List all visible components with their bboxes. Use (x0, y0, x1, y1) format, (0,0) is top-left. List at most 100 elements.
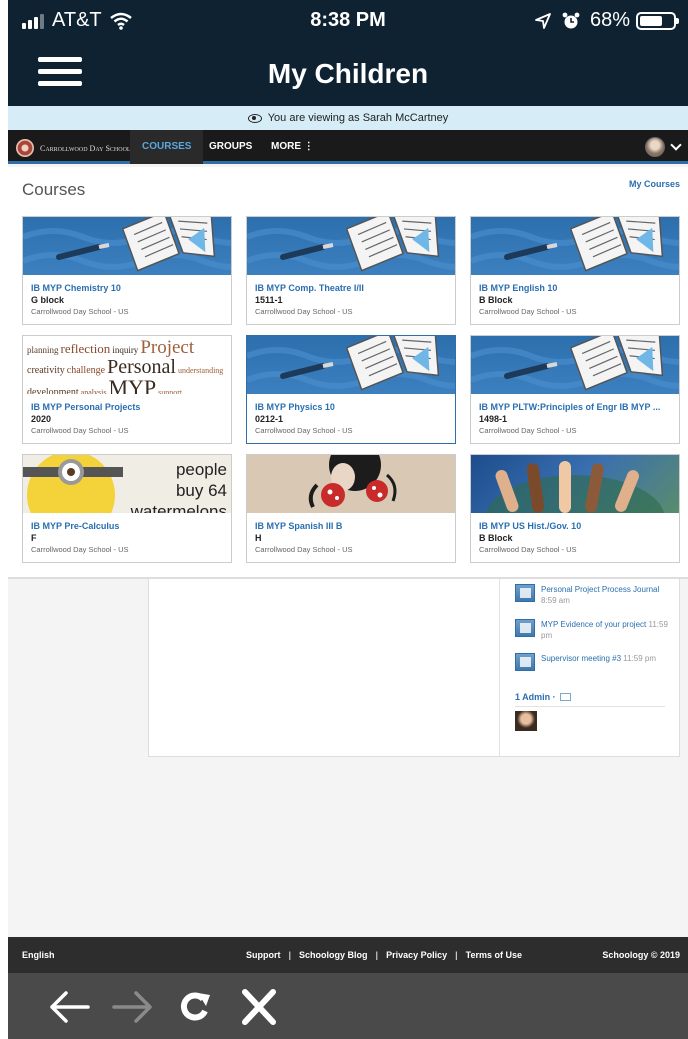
course-section: G block (31, 295, 65, 305)
status-right: 68% (534, 9, 679, 32)
course-school: Carrollwood Day School - US (255, 545, 353, 554)
course-card[interactable]: IB MYP English 10 B Block Carrollwood Day … (470, 216, 680, 325)
course-school: Carrollwood Day School - US (255, 307, 353, 316)
mail-icon[interactable] (559, 693, 571, 701)
course-name[interactable]: IB MYP Pre-Calculus (31, 521, 227, 531)
course-card[interactable]: IB MYP US Hist./Gov. 10 B Block Carrollwoo… (470, 454, 680, 563)
back-arrow-icon[interactable] (46, 989, 92, 1025)
nav-groups[interactable]: GROUPS (197, 130, 264, 164)
course-card[interactable]: planning reflection inquiry Project creativi… (22, 335, 232, 444)
event-text: Personal Project Process Journal 8:59 am (541, 584, 669, 606)
divider (515, 706, 665, 707)
course-name[interactable]: IB MYP Comp. Theatre I/II (255, 283, 451, 293)
forward-arrow-icon[interactable] (110, 989, 156, 1025)
viewing-as-banner: You are viewing as Sarah McCartney (8, 106, 688, 130)
word-cloud-term: planning (27, 345, 59, 355)
school-seal-icon (16, 139, 34, 157)
event-time: 8:59 am (541, 596, 570, 605)
battery-percent: 68% (589, 9, 630, 31)
footer-link-blog[interactable]: Schoology Blog (299, 950, 368, 960)
word-cloud-term: support (158, 388, 183, 395)
course-school: Carrollwood Day School - US (31, 545, 129, 554)
assignment-icon (515, 653, 535, 671)
word-cloud-term: challenge (66, 365, 106, 376)
course-section: 1511-1 (255, 295, 283, 305)
word-cloud-term: Personal (107, 356, 176, 378)
course-name[interactable]: IB MYP Physics 10 (255, 402, 451, 412)
separator: | (375, 950, 379, 960)
meme-text: buy 64 (175, 481, 227, 500)
assignment-icon (515, 619, 535, 637)
courses-heading: Courses (22, 180, 86, 199)
chevron-down-icon (670, 139, 682, 151)
close-icon[interactable] (236, 989, 282, 1025)
course-name[interactable]: IB MYP Personal Projects (31, 402, 227, 412)
footer-link-privacy[interactable]: Privacy Policy (386, 950, 447, 960)
word-cloud-term: analysis (80, 388, 107, 395)
word-cloud-term: Project (140, 337, 195, 358)
profile-menu[interactable] (645, 137, 682, 157)
course-section: B Block (479, 533, 513, 543)
course-section: 0212-1 (255, 414, 284, 424)
upcoming-event[interactable]: MYP Evidence of your project 11:59 pm (515, 619, 669, 641)
status-bar: AT&T 8:38 PM 68% (8, 0, 688, 44)
course-school: Carrollwood Day School - US (479, 307, 577, 316)
footer-links: Support | Schoology Blog | Privacy Polic… (246, 950, 522, 960)
event-title[interactable]: MYP Evidence of your project (541, 620, 646, 629)
course-card[interactable]: IB MYP PLTW:Principles of Engr IB MYP ..… (470, 335, 680, 444)
separator: | (455, 950, 458, 960)
course-section: 2020 (31, 414, 52, 424)
nav-courses[interactable]: COURSES (130, 130, 204, 164)
course-card[interactable]: IB MYP Chemistry 10 G block Carrollwood Da… (22, 216, 232, 325)
course-school: Carrollwood Day School - US (31, 307, 129, 316)
word-cloud-term: inquiry (112, 345, 139, 355)
battery-fill (640, 15, 662, 26)
upcoming-event[interactable]: Personal Project Process Journal 8:59 am (515, 584, 669, 606)
course-school: Carrollwood Day School - US (479, 426, 577, 435)
event-title[interactable]: Supervisor meeting #3 (541, 654, 621, 663)
course-school: Carrollwood Day School - US (31, 426, 129, 435)
course-card[interactable]: IB MYP Physics 10 0212-1 Carrollwood Day S… (246, 335, 456, 444)
admin-count[interactable]: 1 Admin · (515, 692, 571, 702)
book-icon (471, 217, 679, 275)
event-time: 11:59 pm (623, 654, 657, 663)
app-header: My Children (8, 44, 688, 106)
word-cloud-term: understanding (177, 366, 224, 375)
app-frame: AT&T 8:38 PM 68% My Children You are vie… (8, 0, 688, 1039)
book-icon (247, 217, 455, 275)
event-title[interactable]: Personal Project Process Journal (541, 585, 659, 594)
school-name: Carrollwood Day School (40, 143, 131, 153)
nav-more[interactable]: MORE ⋮ (259, 130, 326, 164)
alarm-icon (562, 12, 580, 28)
course-name[interactable]: IB MYP English 10 (479, 283, 675, 293)
word-cloud-term: creativity (27, 365, 65, 376)
admin-avatar[interactable] (515, 711, 537, 731)
course-section: H (255, 533, 262, 543)
course-name[interactable]: IB MYP Chemistry 10 (31, 283, 227, 293)
book-icon (247, 336, 455, 394)
reload-icon[interactable] (172, 989, 218, 1025)
page-title: My Children (267, 58, 429, 89)
battery-icon (636, 11, 679, 30)
word-cloud-term: MYP (108, 375, 157, 395)
course-card[interactable]: IB MYP Comp. Theatre I/II 1511-1 Carrollwo… (246, 216, 456, 325)
upcoming-event[interactable]: Supervisor meeting #3 11:59 pm (515, 653, 669, 671)
my-courses-link[interactable]: My Courses (629, 179, 680, 189)
location-arrow-icon (535, 12, 551, 29)
course-name[interactable]: IB MYP US Hist./Gov. 10 (479, 521, 675, 531)
course-card[interactable]: people buy 64 watermelons IB MYP Pre-Calcul… (22, 454, 232, 563)
eye-icon (247, 113, 262, 123)
course-school: Carrollwood Day School - US (479, 545, 577, 554)
course-name[interactable]: IB MYP PLTW:Principles of Engr IB MYP ..… (479, 402, 675, 412)
footer-link-support[interactable]: Support (246, 950, 281, 960)
book-icon (23, 217, 231, 275)
school-logo[interactable]: Carrollwood Day School (16, 139, 131, 157)
course-card[interactable]: IB MYP Spanish III B H Carrollwood Day Sch… (246, 454, 456, 563)
course-section: F (31, 533, 37, 543)
courses-section: Courses My Courses IB MYP Chemistry 10 G … (8, 167, 688, 579)
course-name[interactable]: IB MYP Spanish III B (255, 521, 451, 531)
language-selector[interactable]: English (22, 950, 55, 960)
footer-link-terms[interactable]: Terms of Use (466, 950, 522, 960)
word-cloud-term: reflection (60, 341, 111, 356)
site-footer: English Support | Schoology Blog | Priva… (8, 937, 688, 973)
